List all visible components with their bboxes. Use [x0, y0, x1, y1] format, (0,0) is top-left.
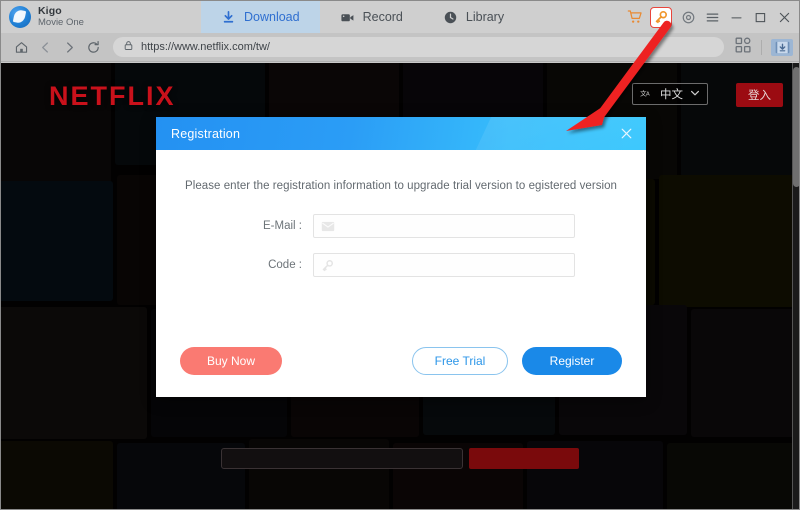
- grid-apps-icon[interactable]: [734, 36, 752, 59]
- browser-toolbar: https://www.netflix.com/tw/: [1, 33, 799, 62]
- brand-text: Kigo Movie One: [38, 4, 84, 28]
- language-selector[interactable]: 文 A 中文: [632, 83, 708, 105]
- url-text: https://www.netflix.com/tw/: [141, 41, 270, 53]
- key-icon: [321, 259, 334, 272]
- toolbar-divider: [761, 39, 762, 55]
- tab-library-label: Library: [465, 10, 505, 24]
- netflix-getstarted-button[interactable]: [469, 448, 579, 469]
- chevron-left-icon[interactable]: [33, 35, 57, 59]
- titlebar: Kigo Movie One Download Record Library: [1, 1, 799, 33]
- code-input[interactable]: [339, 259, 559, 271]
- netflix-logo: NETFLIX: [49, 81, 176, 111]
- tab-download-label: Download: [244, 10, 300, 24]
- dialog-title: Registration: [171, 126, 241, 141]
- home-icon[interactable]: [9, 35, 33, 59]
- page-scrollbar[interactable]: [792, 63, 799, 509]
- maximize-icon[interactable]: [749, 6, 771, 28]
- netflix-email-input[interactable]: [221, 448, 463, 469]
- cart-icon[interactable]: [624, 6, 646, 28]
- download-icon: [221, 10, 236, 25]
- tab-record-label: Record: [362, 10, 403, 24]
- brand: Kigo Movie One: [1, 4, 201, 28]
- tab-record[interactable]: Record: [320, 1, 423, 33]
- brand-subtitle: Movie One: [38, 16, 84, 28]
- main-tabs: Download Record Library: [201, 1, 624, 33]
- kigo-logo-icon: [9, 6, 31, 28]
- registration-dialog: Registration Please enter the registrati…: [156, 117, 646, 397]
- dialog-body: Please enter the registration informatio…: [156, 180, 646, 277]
- code-label: Code :: [268, 259, 302, 271]
- hamburger-menu-icon[interactable]: [701, 6, 723, 28]
- tab-library[interactable]: Library: [423, 1, 524, 33]
- dialog-actions: Buy Now Free Trial Register: [156, 347, 646, 375]
- close-icon[interactable]: [616, 123, 636, 143]
- brand-name: Kigo: [38, 4, 62, 17]
- dialog-description: Please enter the registration informatio…: [185, 180, 617, 192]
- free-trial-button[interactable]: Free Trial: [412, 347, 508, 375]
- video-camera-icon: [340, 10, 355, 25]
- lock-icon: [123, 38, 134, 56]
- netflix-signin-button[interactable]: 登入: [736, 83, 783, 107]
- language-icon: 文 A: [640, 85, 653, 103]
- toolbar-right-actions: [734, 36, 793, 59]
- email-input[interactable]: [340, 220, 560, 232]
- close-icon[interactable]: [773, 6, 795, 28]
- film-download-icon[interactable]: [771, 38, 793, 56]
- envelope-icon: [321, 221, 335, 232]
- registration-dialog-header: Registration: [156, 117, 646, 150]
- key-icon[interactable]: [650, 6, 672, 28]
- window-actions: [624, 6, 799, 28]
- register-button[interactable]: Register: [522, 347, 622, 375]
- page-scrollbar-thumb[interactable]: [793, 67, 799, 187]
- minimize-icon[interactable]: [725, 6, 747, 28]
- gear-icon[interactable]: [677, 6, 699, 28]
- url-field[interactable]: https://www.netflix.com/tw/: [113, 37, 724, 57]
- language-label: 中文: [660, 89, 683, 101]
- kigo-app-window: Kigo Movie One Download Record Library h…: [0, 0, 800, 510]
- buy-now-button[interactable]: Buy Now: [180, 347, 282, 375]
- code-field[interactable]: [313, 253, 575, 277]
- email-field[interactable]: [313, 214, 575, 238]
- clock-icon: [443, 10, 458, 25]
- tab-download[interactable]: Download: [201, 1, 320, 33]
- code-row: Code :: [184, 253, 618, 277]
- email-label: E-Mail :: [263, 220, 302, 232]
- svg-text:A: A: [646, 91, 650, 97]
- reload-icon[interactable]: [81, 35, 105, 59]
- chevron-down-icon: [690, 85, 700, 103]
- chevron-right-icon[interactable]: [57, 35, 81, 59]
- email-row: E-Mail :: [184, 214, 618, 238]
